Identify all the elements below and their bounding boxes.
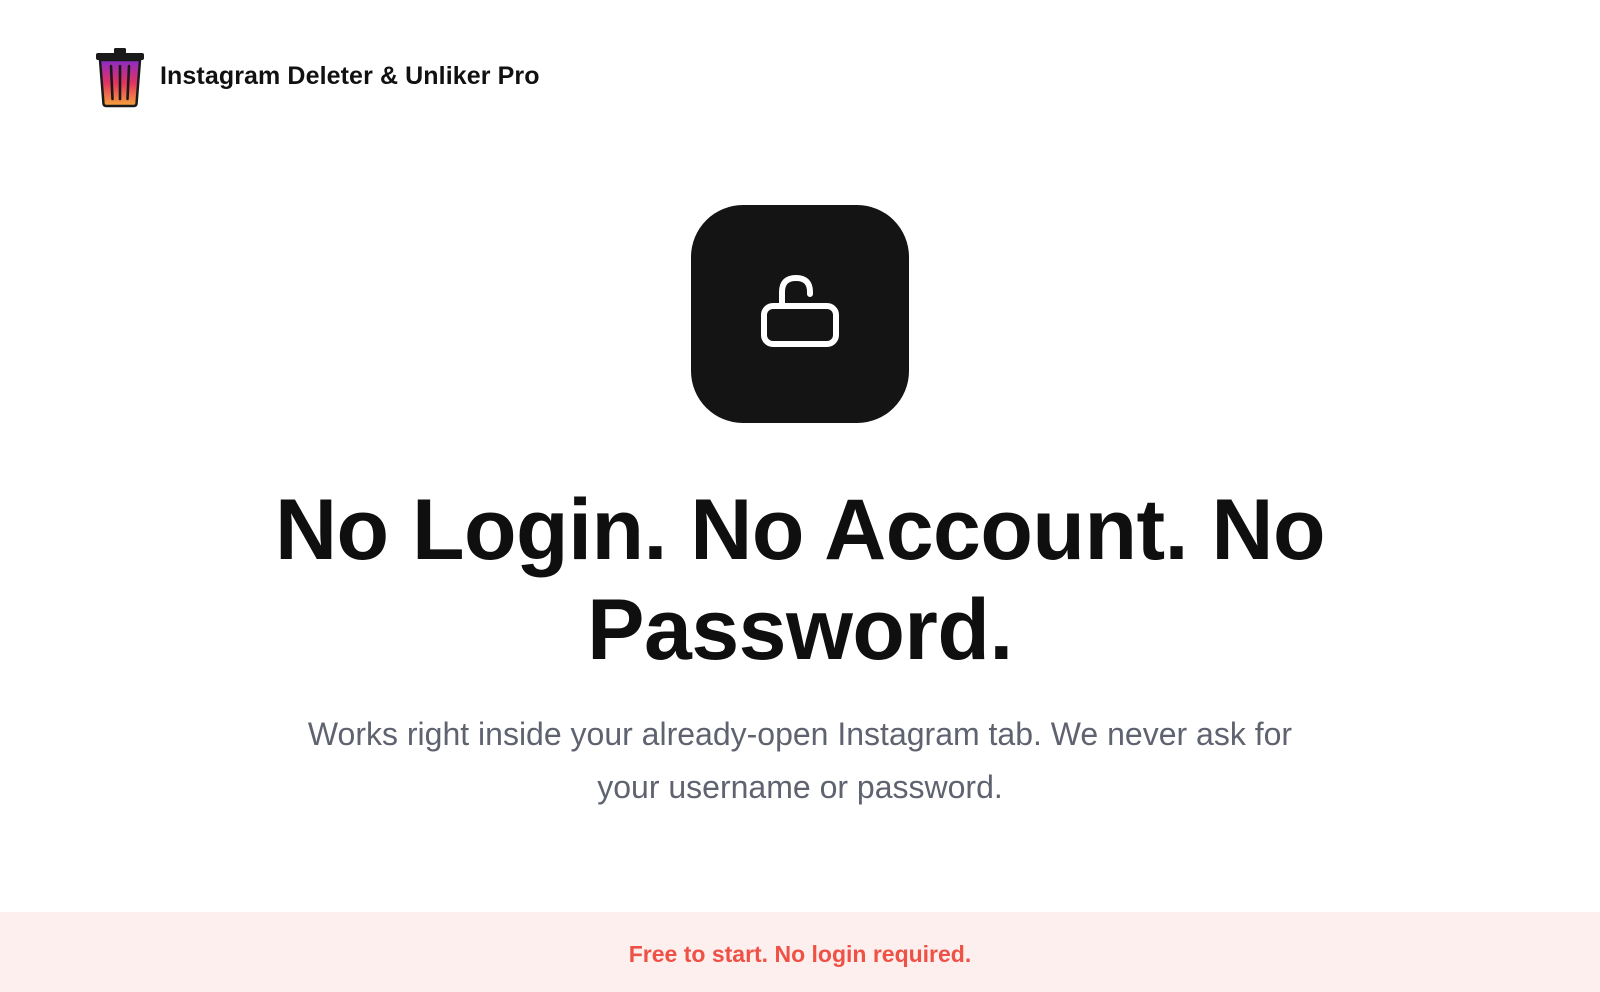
trash-can-icon[interactable] xyxy=(94,44,146,108)
brand-name[interactable]: Instagram Deleter & Unliker Pro xyxy=(160,62,540,91)
hero-headline: No Login. No Account. No Password. xyxy=(274,482,1326,678)
unlock-icon xyxy=(754,266,846,363)
banner-text: Free to start. No login required. xyxy=(628,940,972,967)
page: Instagram Deleter & Unliker Pro No Login… xyxy=(0,0,1600,992)
hero-icon-box xyxy=(691,205,909,423)
promo-banner: Free to start. No login required. xyxy=(0,912,1600,992)
hero-subtext: Works right inside your already-open Ins… xyxy=(307,716,1293,805)
site-header: Instagram Deleter & Unliker Pro xyxy=(94,44,540,108)
